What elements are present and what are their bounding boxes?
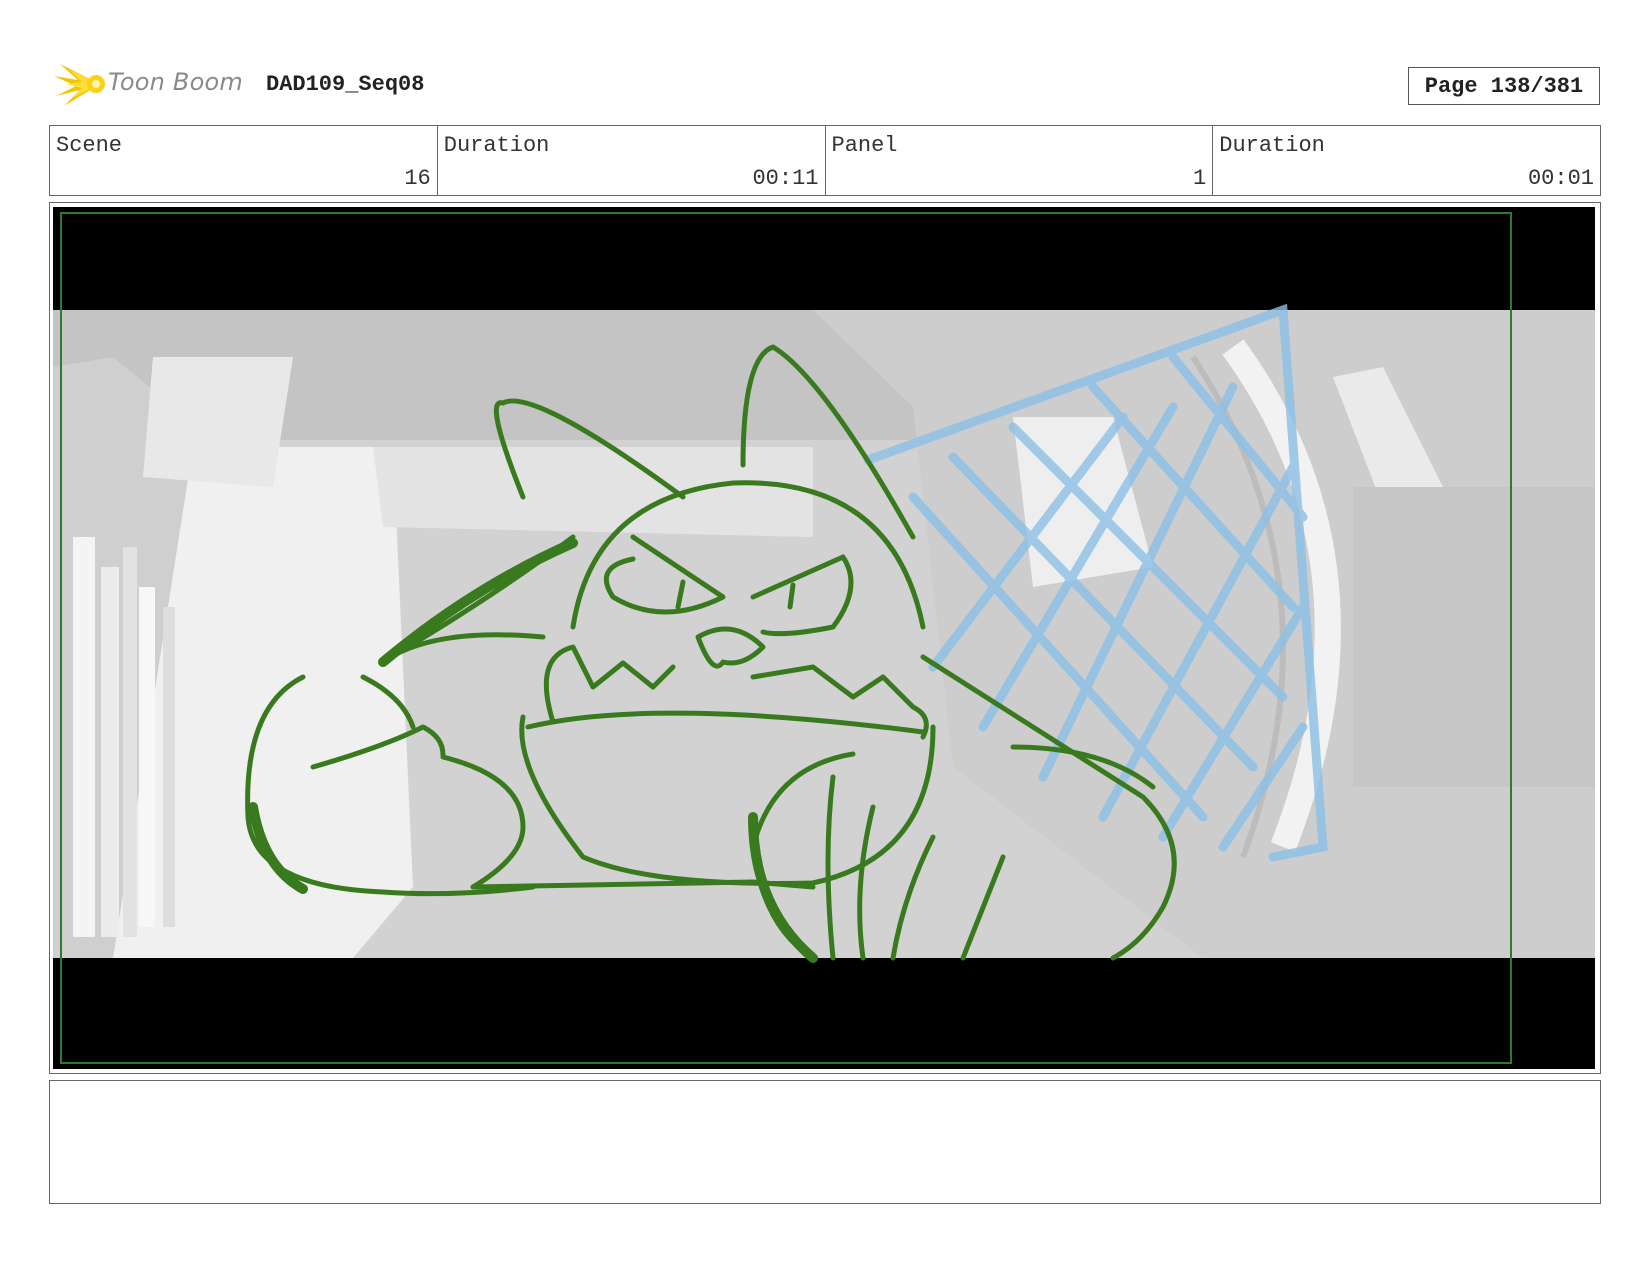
storyboard-drawing-icon <box>53 212 1595 1064</box>
logo-text: Toon Boom <box>108 68 243 96</box>
starburst-logo-icon <box>54 64 105 106</box>
sequence-title: DAD109_Seq08 <box>266 72 425 97</box>
scene-cell: Scene 16 <box>50 126 438 195</box>
toon-boom-logo: Toon Boom <box>52 58 252 110</box>
panel-duration-value: 00:01 <box>1527 166 1594 191</box>
panel-duration-cell: Duration 00:01 <box>1213 126 1600 195</box>
panel-cell: Panel 1 <box>826 126 1214 195</box>
panel-duration-label: Duration <box>1219 133 1325 158</box>
panel-value: 1 <box>1193 166 1207 191</box>
panel-notes <box>49 1080 1601 1204</box>
scene-label: Scene <box>56 133 123 158</box>
scene-duration-value: 00:11 <box>752 166 819 191</box>
scene-value: 16 <box>404 166 431 191</box>
panel-frame <box>49 202 1601 1074</box>
page-number: Page 138/381 <box>1408 67 1600 105</box>
scene-info-table: Scene 16 Duration 00:11 Panel 1 Duration… <box>49 125 1601 196</box>
panel-image <box>53 207 1595 1069</box>
scene-duration-label: Duration <box>443 133 550 158</box>
panel-label: Panel <box>831 133 898 158</box>
scene-duration-cell: Duration 00:11 <box>438 126 826 195</box>
